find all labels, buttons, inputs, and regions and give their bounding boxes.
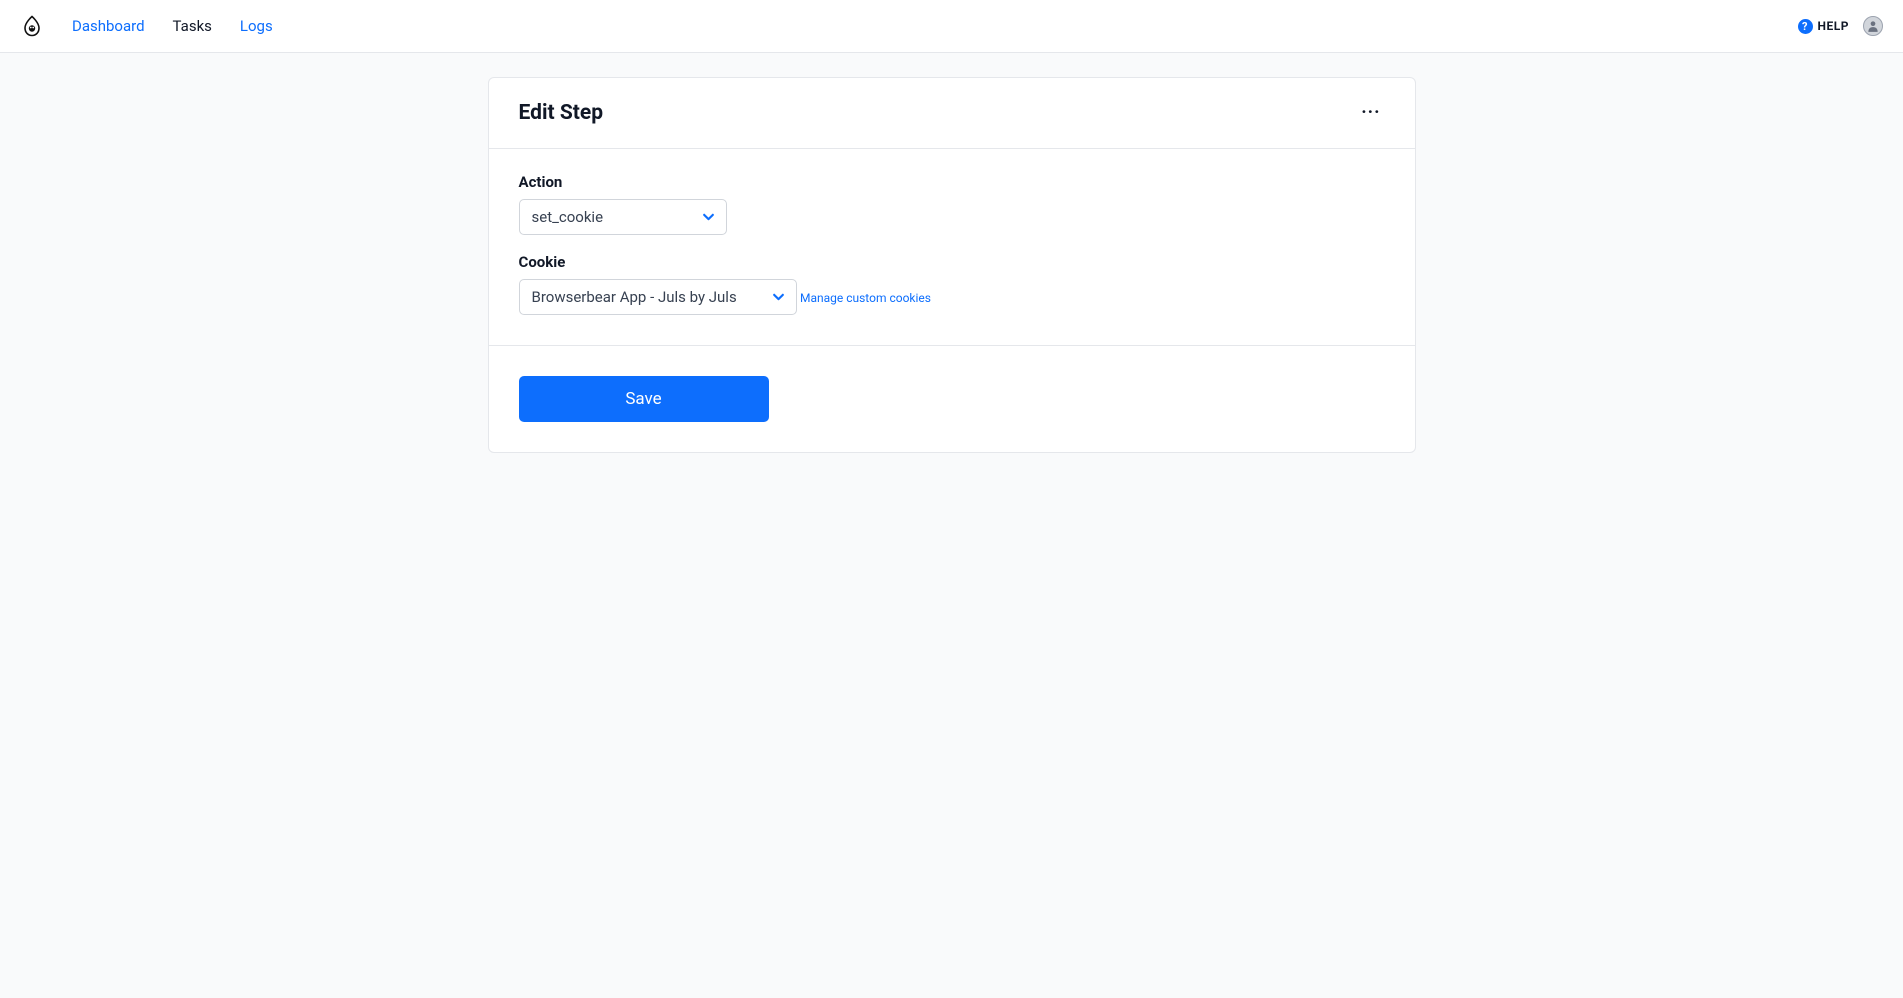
more-icon: ··· xyxy=(1361,102,1380,123)
action-select-wrap: set_cookie xyxy=(519,199,727,235)
save-button[interactable]: Save xyxy=(519,376,769,422)
card-footer: Save xyxy=(489,346,1415,452)
action-field-group: Action set_cookie xyxy=(519,173,1385,235)
top-navigation: Dashboard Tasks Logs ? HELP xyxy=(0,0,1903,53)
help-icon: ? xyxy=(1798,19,1813,34)
card-title: Edit Step xyxy=(519,101,604,125)
help-link[interactable]: ? HELP xyxy=(1798,19,1849,34)
action-label: Action xyxy=(519,173,1385,191)
nav-link-logs[interactable]: Logs xyxy=(240,17,273,35)
nav-left: Dashboard Tasks Logs xyxy=(20,14,273,38)
card-body: Action set_cookie Cookie xyxy=(489,149,1415,346)
nav-link-tasks[interactable]: Tasks xyxy=(173,17,212,35)
cookie-select-wrap: Browserbear App - Juls by Juls xyxy=(519,279,797,315)
action-select[interactable]: set_cookie xyxy=(519,199,727,235)
more-menu-button[interactable]: ··· xyxy=(1357,100,1384,126)
nav-right: ? HELP xyxy=(1798,16,1883,36)
nav-links: Dashboard Tasks Logs xyxy=(72,17,273,35)
help-label: HELP xyxy=(1818,19,1849,33)
manage-cookies-link[interactable]: Manage custom cookies xyxy=(800,291,931,305)
avatar[interactable] xyxy=(1863,16,1883,36)
card-header: Edit Step ··· xyxy=(489,78,1415,149)
cookie-field-group: Cookie Browserbear App - Juls by Juls Ma… xyxy=(519,253,1385,315)
avatar-icon xyxy=(1866,19,1880,33)
cookie-select[interactable]: Browserbear App - Juls by Juls xyxy=(519,279,797,315)
logo[interactable] xyxy=(20,14,44,38)
main-content: Edit Step ··· Action set_cookie xyxy=(0,53,1903,477)
edit-step-card: Edit Step ··· Action set_cookie xyxy=(488,77,1416,453)
cookie-label: Cookie xyxy=(519,253,1385,271)
nav-link-dashboard[interactable]: Dashboard xyxy=(72,17,145,35)
logo-icon xyxy=(20,14,44,38)
